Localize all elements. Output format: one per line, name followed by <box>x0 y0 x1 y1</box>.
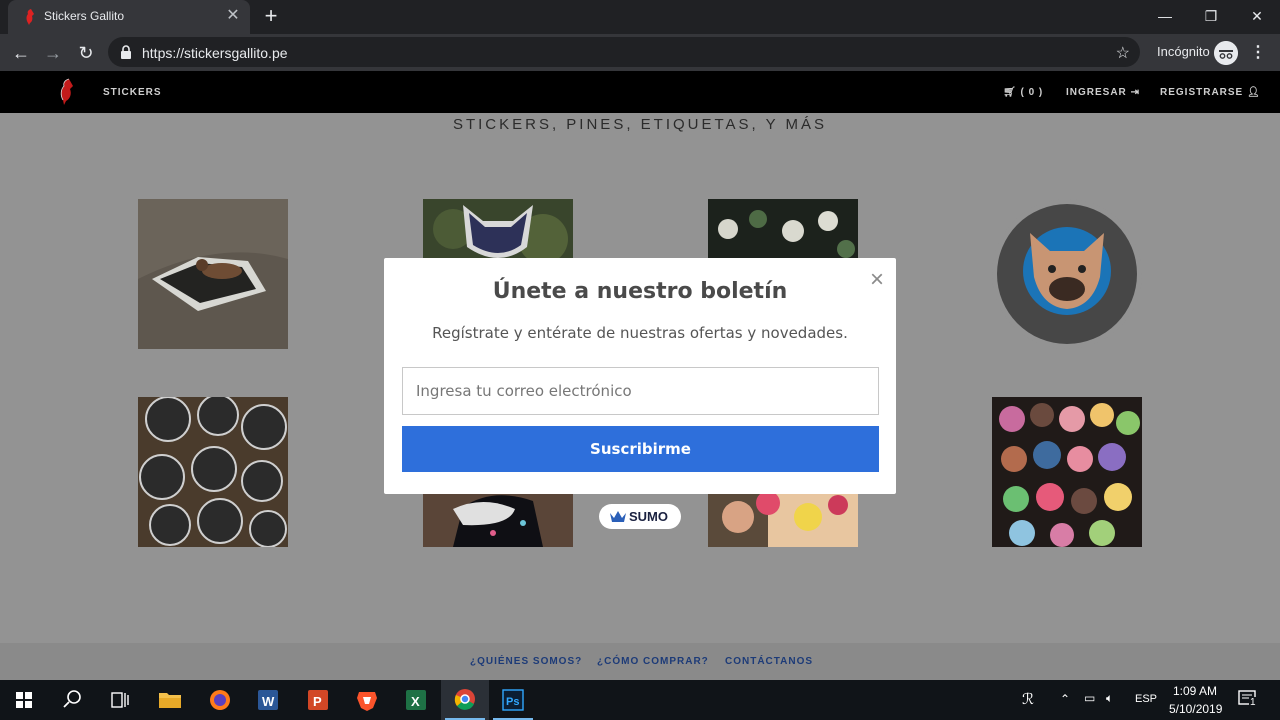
email-field[interactable] <box>402 367 879 415</box>
nav-cart-link[interactable]: 🛒︎ ( 0 ) <box>1003 87 1043 98</box>
search-icon[interactable] <box>48 680 96 720</box>
modal-subtitle: Regístrate y entérate de nuestras oferta… <box>432 324 848 342</box>
bookmark-star-icon[interactable]: ☆ <box>1116 43 1130 63</box>
browser-toolbar: ← → ↻ https://stickersgallito.pe ☆ Incóg… <box>0 34 1280 71</box>
product-image <box>992 199 1142 349</box>
nav-login-label: INGRESAR <box>1066 87 1127 98</box>
svg-text:W: W <box>262 694 275 709</box>
action-center-icon[interactable]: 1 <box>1236 688 1260 712</box>
product-tile[interactable] <box>992 199 1142 349</box>
reload-icon[interactable]: ↻ <box>73 40 99 66</box>
crown-icon <box>610 511 626 522</box>
nav-register-link[interactable]: REGISTRARSE 👤︎ <box>1160 87 1261 98</box>
tray-chevron-icon[interactable]: ⌃ <box>1060 692 1070 706</box>
people-icon[interactable]: ℛ <box>1022 690 1034 708</box>
lock-icon <box>121 45 131 59</box>
file-explorer-icon[interactable] <box>146 680 194 720</box>
sumo-label: SUMO <box>629 509 668 524</box>
product-image <box>138 397 288 547</box>
nav-stickers-link[interactable]: STICKERS <box>103 87 162 98</box>
sumo-badge[interactable]: SUMO <box>599 504 681 529</box>
url-text[interactable]: https://stickersgallito.pe <box>142 45 288 61</box>
tab-title: Stickers Gallito <box>44 9 125 23</box>
cart-count: ( 0 ) <box>1020 87 1044 98</box>
product-tile[interactable] <box>138 397 288 547</box>
forward-icon[interactable]: → <box>40 40 66 66</box>
minimize-icon[interactable]: — <box>1142 0 1188 32</box>
footer-link-quienes-somos[interactable]: ¿QUIÉNES SOMOS? <box>470 656 582 667</box>
address-bar[interactable]: https://stickersgallito.pe ☆ <box>108 37 1140 67</box>
nav-login-link[interactable]: INGRESAR ⇥ <box>1066 87 1140 98</box>
user-plus-icon: 👤︎ <box>1247 87 1261 98</box>
notification-count: 1 <box>1249 697 1257 708</box>
page-heading: STICKERS, PINES, ETIQUETAS, Y MÁS <box>452 116 828 133</box>
brave-icon[interactable] <box>343 680 391 720</box>
rooster-favicon-icon <box>26 9 34 25</box>
subscribe-button[interactable]: Suscribirme <box>402 426 879 472</box>
product-image <box>138 199 288 349</box>
window-close-icon[interactable]: ✕ <box>1234 0 1280 32</box>
sign-in-icon: ⇥ <box>1130 87 1140 98</box>
start-button[interactable] <box>0 680 48 720</box>
footer-link-contactanos[interactable]: CONTÁCTANOS <box>725 656 813 667</box>
language-indicator[interactable]: ESP <box>1135 693 1157 705</box>
cart-icon: 🛒︎ <box>1003 87 1017 98</box>
product-tile[interactable] <box>138 199 288 349</box>
newsletter-modal: × Únete a nuestro boletín Regístrate y e… <box>384 258 896 494</box>
excel-icon[interactable]: X <box>392 680 440 720</box>
site-footer: ¿QUIÉNES SOMOS? ¿CÓMO COMPRAR? CONTÁCTAN… <box>0 643 1280 680</box>
volume-icon[interactable]: 🔈︎ <box>1106 691 1113 706</box>
footer-link-como-comprar[interactable]: ¿CÓMO COMPRAR? <box>597 656 709 667</box>
nav-register-label: REGISTRARSE <box>1160 87 1244 98</box>
rooster-logo-icon[interactable] <box>55 77 79 107</box>
new-tab-button[interactable]: + <box>260 5 282 27</box>
modal-title: Únete a nuestro boletín <box>492 279 788 304</box>
powerpoint-icon[interactable]: P <box>294 680 342 720</box>
network-icon[interactable]: ▭ <box>1084 691 1095 705</box>
incognito-label: Incógnito <box>1157 44 1210 59</box>
svg-text:P: P <box>313 694 322 709</box>
windows-taskbar: W P X Ps ℛ ⌃ ▭ 🔈︎ ESP 1:09 AM 5/10/2019 … <box>0 680 1280 720</box>
browser-tab[interactable]: Stickers Gallito ✕ <box>8 0 250 34</box>
back-icon[interactable]: ← <box>8 40 34 66</box>
incognito-icon[interactable] <box>1214 41 1238 65</box>
product-image <box>992 397 1142 547</box>
task-view-icon[interactable] <box>96 680 144 720</box>
browser-tab-strip: Stickers Gallito ✕ + — ❐ ✕ <box>0 0 1280 34</box>
windows-logo-icon <box>16 692 32 708</box>
word-icon[interactable]: W <box>244 680 292 720</box>
photoshop-icon[interactable]: Ps <box>489 680 537 720</box>
clock-date[interactable]: 5/10/2019 <box>1169 702 1222 716</box>
svg-text:X: X <box>411 694 420 709</box>
product-tile[interactable] <box>992 397 1142 547</box>
site-header: STICKERS 🛒︎ ( 0 ) INGRESAR ⇥ REGISTRARSE… <box>0 71 1280 113</box>
chrome-icon[interactable] <box>441 680 489 720</box>
clock-time[interactable]: 1:09 AM <box>1173 684 1217 698</box>
svg-text:Ps: Ps <box>506 696 519 708</box>
tab-close-icon[interactable]: ✕ <box>224 7 242 25</box>
firefox-icon[interactable] <box>196 680 244 720</box>
browser-menu-icon[interactable]: ⋮ <box>1250 42 1266 62</box>
restore-icon[interactable]: ❐ <box>1188 0 1234 32</box>
